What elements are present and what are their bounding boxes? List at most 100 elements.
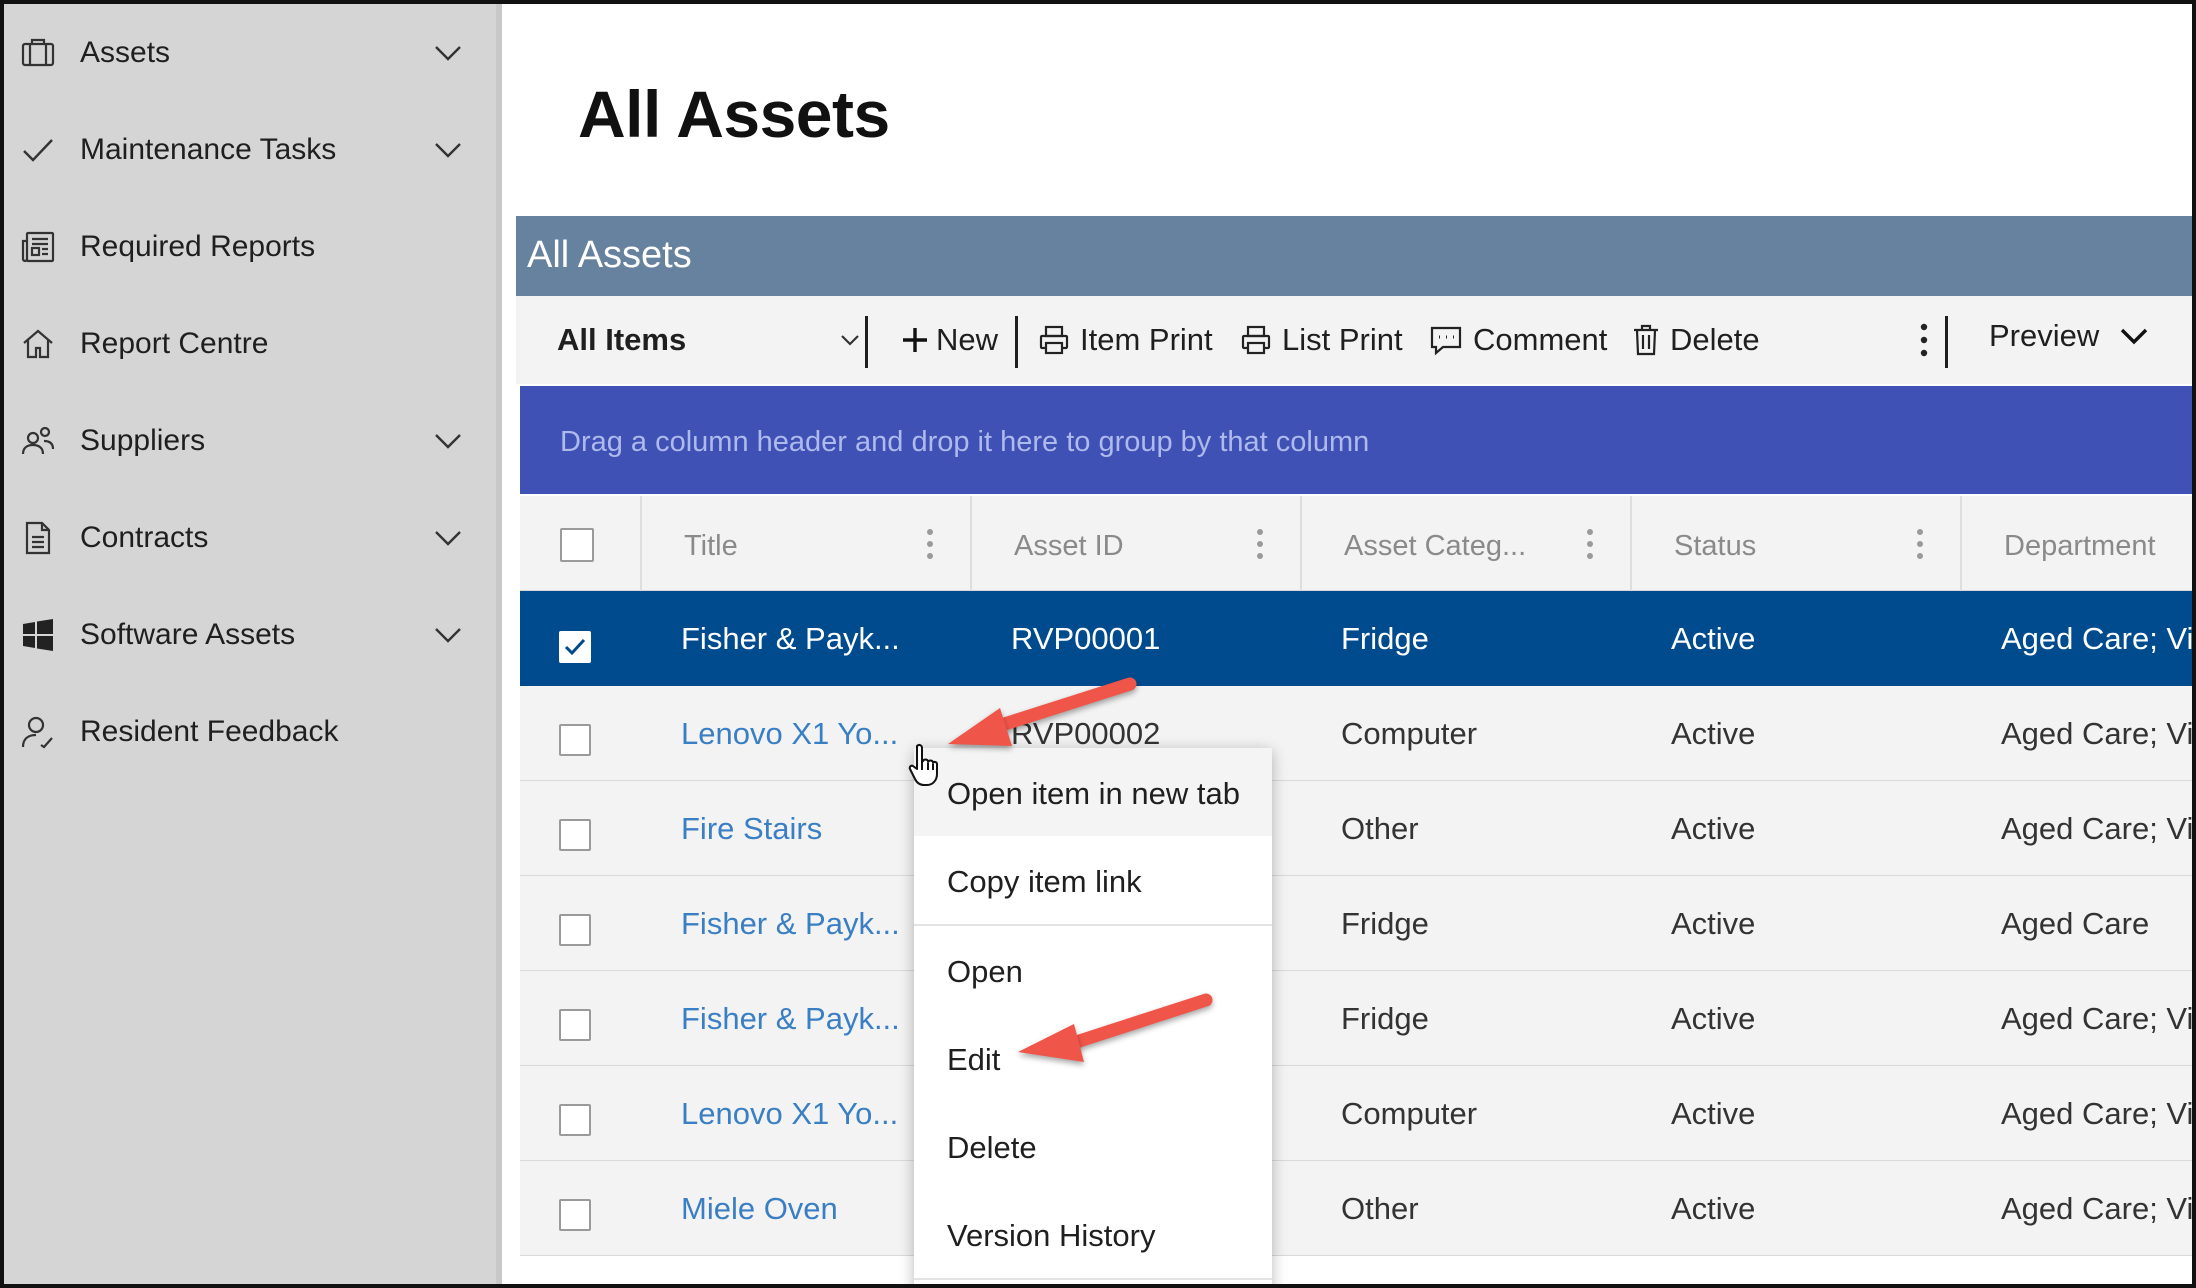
home-icon xyxy=(20,326,56,362)
menu-item-label: Open item in new tab xyxy=(947,776,1240,811)
column-header-status[interactable]: Status xyxy=(1632,496,1962,591)
row-checkbox[interactable] xyxy=(559,1199,591,1231)
app-window: Assets Maintenance Tasks Required Report… xyxy=(0,0,2196,1288)
select-all-checkbox[interactable] xyxy=(560,528,594,562)
menu-item-delete[interactable]: Delete xyxy=(914,1102,1272,1190)
column-menu-icon[interactable] xyxy=(1916,528,1924,560)
chevron-down-icon[interactable] xyxy=(836,326,864,354)
row-checkbox[interactable] xyxy=(559,724,591,756)
chevron-down-icon[interactable] xyxy=(428,421,468,461)
toolbar-divider xyxy=(1945,316,1948,368)
select-all-column xyxy=(520,496,642,591)
row-title-link[interactable]: Fisher & Payk... xyxy=(681,876,900,971)
item-print-label: Item Print xyxy=(1080,322,1213,357)
row-checkbox[interactable] xyxy=(559,1104,591,1136)
menu-item-version-history[interactable]: Version History xyxy=(914,1190,1272,1278)
table-row[interactable]: Fire Stairs Other Active Aged Care; Vi xyxy=(520,781,2194,876)
row-checkbox[interactable] xyxy=(559,631,591,663)
sidebar-item-label: Assets xyxy=(80,35,171,69)
sidebar-item-label: Resident Feedback xyxy=(80,714,339,748)
row-department: Aged Care; Vi xyxy=(2001,1095,2194,1131)
delete-button[interactable]: Delete xyxy=(1632,296,1760,384)
column-header-label: Department xyxy=(2004,530,2156,562)
sidebar-item-label: Report Centre xyxy=(80,326,269,360)
table-row[interactable]: Lenovo X1 Yo... RVP00002 Computer Active… xyxy=(520,686,2194,781)
row-department: Aged Care; Vi xyxy=(2001,715,2194,751)
row-status: Active xyxy=(1671,715,1756,751)
row-status: Active xyxy=(1671,1095,1756,1131)
sidebar-item-report-centre[interactable]: Report Centre xyxy=(4,295,496,392)
list-header: All Assets xyxy=(516,216,2192,296)
menu-item-open[interactable]: Open xyxy=(914,926,1272,1014)
view-selector[interactable]: All Items xyxy=(557,296,686,384)
menu-item-label: Copy item link xyxy=(947,864,1142,899)
menu-item-label: Delete xyxy=(947,1130,1037,1165)
menu-item-open-in-new-tab[interactable]: Open item in new tab xyxy=(914,748,1272,836)
sidebar: Assets Maintenance Tasks Required Report… xyxy=(4,4,502,1284)
comment-label: Comment xyxy=(1473,322,1608,357)
menu-item-copy-link[interactable]: Copy item link xyxy=(914,836,1272,924)
item-print-button[interactable]: Item Print xyxy=(1038,296,1213,384)
new-button[interactable]: New xyxy=(900,296,998,384)
column-header-label: Status xyxy=(1674,530,1757,562)
column-header-asset-id[interactable]: Asset ID xyxy=(972,496,1302,591)
list-print-button[interactable]: List Print xyxy=(1240,296,1403,384)
column-header-title[interactable]: Title xyxy=(642,496,972,591)
row-title-link[interactable]: Lenovo X1 Yo... xyxy=(681,686,898,781)
sidebar-item-assets[interactable]: Assets xyxy=(4,4,496,101)
row-title-link[interactable]: Fire Stairs xyxy=(681,781,822,876)
row-title-link[interactable]: Fisher & Payk... xyxy=(681,591,900,686)
sidebar-item-label: Required Reports xyxy=(80,229,316,263)
chevron-down-icon[interactable] xyxy=(428,33,468,73)
sidebar-item-maintenance-tasks[interactable]: Maintenance Tasks xyxy=(4,101,496,198)
table-row[interactable]: Fisher & Payk... Fridge Active Aged Care… xyxy=(520,971,2194,1066)
plus-icon xyxy=(900,325,930,355)
column-header-label: Asset Categ... xyxy=(1344,530,1527,562)
row-department: Aged Care xyxy=(2001,905,2150,941)
column-header-asset-category[interactable]: Asset Categ... xyxy=(1302,496,1632,591)
row-status: Active xyxy=(1671,810,1756,846)
sidebar-item-resident-feedback[interactable]: Resident Feedback xyxy=(4,683,496,780)
row-category: Other xyxy=(1341,1190,1419,1226)
more-options-icon[interactable] xyxy=(1919,296,1929,384)
sidebar-item-required-reports[interactable]: Required Reports xyxy=(4,198,496,295)
new-label: New xyxy=(936,322,999,357)
column-header-label: Asset ID xyxy=(1014,530,1124,562)
chevron-down-icon[interactable] xyxy=(428,130,468,170)
newspaper-icon xyxy=(20,229,56,265)
row-status: Active xyxy=(1671,905,1756,941)
column-menu-icon[interactable] xyxy=(926,528,934,560)
chevron-down-icon[interactable] xyxy=(428,615,468,655)
table-row[interactable]: Fisher & Payk... RVP00001 Fridge Active … xyxy=(520,591,2192,686)
briefcase-icon xyxy=(20,35,56,71)
sidebar-item-label: Suppliers xyxy=(80,423,206,457)
row-title-link[interactable]: Miele Oven xyxy=(681,1161,838,1256)
row-department: Aged Care; Vi xyxy=(2001,810,2194,846)
row-checkbox[interactable] xyxy=(559,1009,591,1041)
toolbar-divider xyxy=(865,316,868,368)
table-row[interactable]: Miele Oven Other Active Aged Care; Vi xyxy=(520,1161,2192,1256)
table-row[interactable]: Lenovo X1 Yo... Computer Active Aged Car… xyxy=(520,1066,2194,1161)
group-by-drop-zone[interactable]: Drag a column header and drop it here to… xyxy=(520,386,2192,494)
comment-button[interactable]: Comment xyxy=(1429,296,1607,384)
column-header-label: Title xyxy=(684,530,738,562)
row-checkbox[interactable] xyxy=(559,914,591,946)
sidebar-item-label: Maintenance Tasks xyxy=(80,132,337,166)
menu-item-edit[interactable]: Edit xyxy=(914,1014,1272,1102)
column-menu-icon[interactable] xyxy=(1586,528,1594,560)
row-category: Computer xyxy=(1341,1095,1478,1131)
group-by-hint: Drag a column header and drop it here to… xyxy=(560,426,1370,458)
table-row[interactable]: Fisher & Payk... Fridge Active Aged Care xyxy=(520,876,2192,971)
toolbar-divider xyxy=(1015,316,1018,368)
sidebar-item-suppliers[interactable]: Suppliers xyxy=(4,392,496,489)
row-title-link[interactable]: Fisher & Payk... xyxy=(681,971,900,1066)
preview-dropdown[interactable]: Preview xyxy=(1989,292,2151,380)
sidebar-item-software-assets[interactable]: Software Assets xyxy=(4,586,496,683)
row-title-link[interactable]: Lenovo X1 Yo... xyxy=(681,1066,898,1161)
chevron-down-icon[interactable] xyxy=(428,518,468,558)
sidebar-item-contracts[interactable]: Contracts xyxy=(4,489,496,586)
row-department: Aged Care; Vi xyxy=(2001,1000,2194,1036)
column-header-department[interactable]: Department xyxy=(1962,496,2192,591)
column-menu-icon[interactable] xyxy=(1256,528,1264,560)
row-checkbox[interactable] xyxy=(559,819,591,851)
